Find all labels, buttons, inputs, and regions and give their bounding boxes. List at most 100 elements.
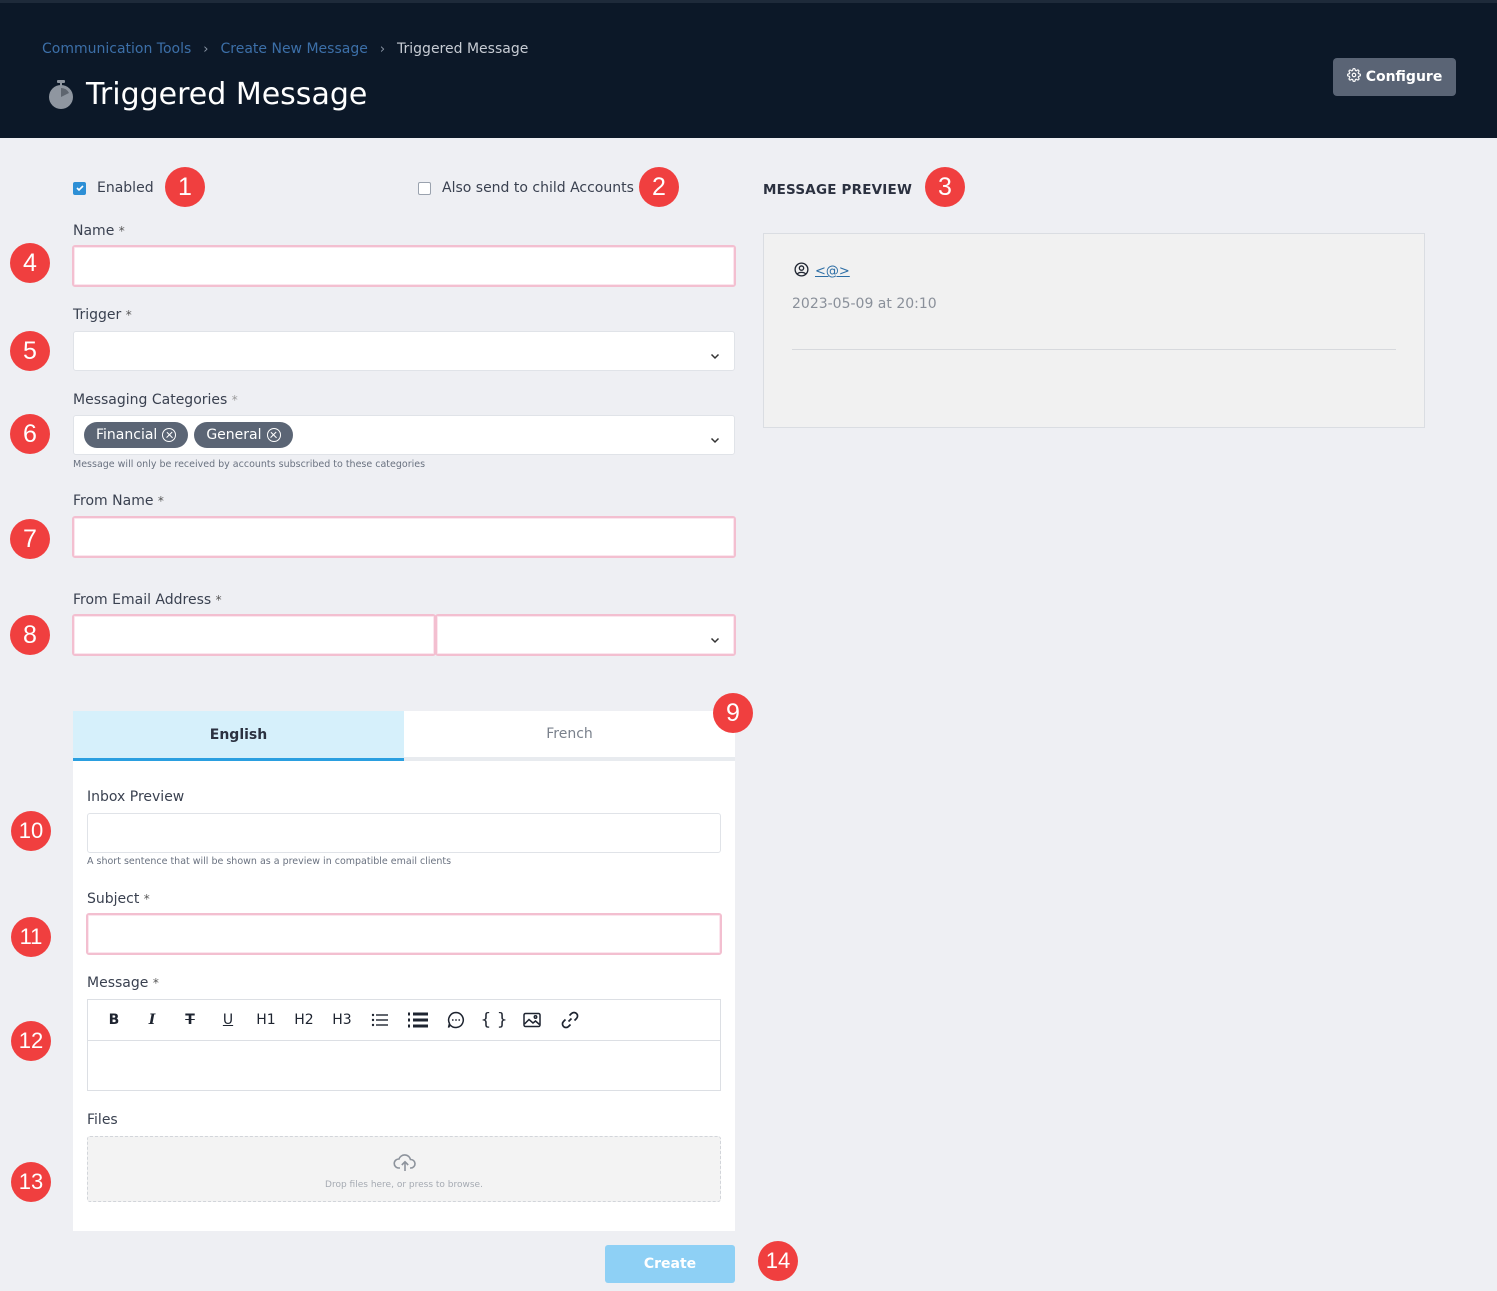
from-email-domain-select[interactable] xyxy=(435,614,736,656)
name-label-text: Name xyxy=(73,223,115,239)
language-tabs: English French xyxy=(73,711,735,761)
from-name-input[interactable] xyxy=(72,516,736,558)
annotation-badge: 7 xyxy=(10,519,50,559)
link-icon[interactable] xyxy=(551,1005,589,1035)
dropzone-text: Drop files here, or press to browse. xyxy=(325,1180,483,1190)
subject-label-text: Subject xyxy=(87,891,140,907)
message-label-text: Message xyxy=(87,975,149,991)
message-editor: B I T U H1 H2 H3 { } xyxy=(87,999,721,1091)
annotation-badge: 10 xyxy=(11,811,51,851)
category-chip-financial[interactable]: Financial xyxy=(84,422,189,448)
remove-chip-icon[interactable] xyxy=(266,428,281,442)
configure-button[interactable]: Configure xyxy=(1333,58,1456,96)
required-marker: * xyxy=(157,494,164,508)
from-email-label-text: From Email Address xyxy=(73,592,212,608)
name-label: Name * xyxy=(73,223,125,239)
child-accounts-checkbox[interactable] xyxy=(418,181,431,195)
required-marker: * xyxy=(231,393,238,407)
category-chip-label: General xyxy=(206,427,262,443)
required-marker: * xyxy=(152,976,159,990)
inbox-preview-help-text: A short sentence that will be shown as a… xyxy=(87,856,452,867)
required-marker: * xyxy=(125,308,132,322)
trigger-label-text: Trigger xyxy=(73,307,122,323)
preview-sender-link[interactable]: <@> xyxy=(815,264,850,279)
remove-chip-icon[interactable] xyxy=(162,428,177,442)
required-marker: * xyxy=(215,593,222,607)
child-accounts-label: Also send to child Accounts xyxy=(442,180,634,196)
breadcrumb-communication-tools[interactable]: Communication Tools xyxy=(42,41,191,57)
child-accounts-checkbox-row[interactable]: Also send to child Accounts xyxy=(418,180,634,196)
comment-icon[interactable] xyxy=(437,1005,475,1035)
categories-help-text: Message will only be received by account… xyxy=(73,459,426,470)
message-preview-panel: <@> 2023-05-09 at 20:10 xyxy=(763,233,1425,428)
tab-french[interactable]: French xyxy=(404,711,735,757)
from-name-label: From Name * xyxy=(73,493,164,509)
preview-sender: <@> xyxy=(794,262,850,281)
annotation-badge: 2 xyxy=(639,167,679,207)
annotation-badge: 9 xyxy=(713,693,753,733)
trigger-select[interactable] xyxy=(73,331,735,371)
inbox-preview-label: Inbox Preview xyxy=(87,789,185,805)
enabled-checkbox-row[interactable]: Enabled xyxy=(73,180,154,196)
annotation-badge: 12 xyxy=(11,1021,51,1061)
underline-button[interactable]: U xyxy=(209,1005,247,1035)
inbox-preview-input[interactable] xyxy=(87,813,721,853)
subject-input[interactable] xyxy=(86,913,722,955)
user-circle-icon xyxy=(794,262,809,281)
trigger-label: Trigger * xyxy=(73,307,132,323)
heading-3-button[interactable]: H3 xyxy=(323,1005,361,1035)
strikethrough-button[interactable]: T xyxy=(171,1005,209,1035)
create-button[interactable]: Create xyxy=(605,1245,735,1283)
image-icon[interactable] xyxy=(513,1005,551,1035)
chevron-down-icon xyxy=(710,630,720,644)
page-header: Communication Tools › Create New Message… xyxy=(0,0,1497,138)
gear-icon xyxy=(1346,68,1361,86)
bold-button[interactable]: B xyxy=(95,1005,133,1035)
configure-label: Configure xyxy=(1365,69,1443,85)
cloud-upload-icon xyxy=(393,1153,417,1177)
bullet-list-icon[interactable] xyxy=(361,1005,399,1035)
file-dropzone[interactable]: Drop files here, or press to browse. xyxy=(87,1136,721,1202)
annotation-badge: 14 xyxy=(758,1241,798,1281)
chevron-down-icon xyxy=(710,346,720,360)
required-marker: * xyxy=(143,892,150,906)
code-braces-icon[interactable]: { } xyxy=(475,1005,513,1035)
subject-label: Subject * xyxy=(87,891,150,907)
breadcrumb: Communication Tools › Create New Message… xyxy=(42,41,528,57)
tab-english[interactable]: English xyxy=(73,711,404,761)
annotation-badge: 13 xyxy=(11,1162,51,1202)
chevron-down-icon xyxy=(710,430,720,444)
annotation-badge: 6 xyxy=(10,414,50,454)
message-label: Message * xyxy=(87,975,159,991)
enabled-checkbox[interactable] xyxy=(73,181,86,195)
breadcrumb-separator-icon: › xyxy=(203,41,209,57)
heading-1-button[interactable]: H1 xyxy=(247,1005,285,1035)
categories-label: Messaging Categories * xyxy=(73,392,238,408)
breadcrumb-create-new-message[interactable]: Create New Message xyxy=(221,41,368,57)
breadcrumb-current: Triggered Message xyxy=(397,41,529,57)
name-input[interactable] xyxy=(72,245,736,287)
annotation-badge: 1 xyxy=(165,167,205,207)
required-marker: * xyxy=(118,224,125,238)
annotation-badge: 5 xyxy=(10,331,50,371)
category-chip-label: Financial xyxy=(96,427,158,443)
annotation-badge: 11 xyxy=(11,917,51,957)
preview-divider xyxy=(792,349,1396,350)
stopwatch-icon xyxy=(48,79,74,110)
italic-button[interactable]: I xyxy=(133,1005,171,1035)
numbered-list-icon[interactable] xyxy=(399,1005,437,1035)
files-label: Files xyxy=(87,1112,118,1128)
from-name-label-text: From Name xyxy=(73,493,154,509)
from-email-label: From Email Address * xyxy=(73,592,222,608)
categories-label-text: Messaging Categories xyxy=(73,392,228,408)
categories-select[interactable]: Financial General xyxy=(73,415,735,455)
breadcrumb-separator-icon: › xyxy=(379,41,386,57)
message-preview-title: MESSAGE PREVIEW xyxy=(763,182,913,198)
category-chip-general[interactable]: General xyxy=(194,422,293,448)
page-title-row: Triggered Message xyxy=(48,77,367,112)
page-title: Triggered Message xyxy=(86,77,368,112)
preview-date: 2023-05-09 at 20:10 xyxy=(792,296,937,312)
enabled-label: Enabled xyxy=(97,180,154,196)
heading-2-button[interactable]: H2 xyxy=(285,1005,323,1035)
from-email-local-input[interactable] xyxy=(72,614,436,656)
